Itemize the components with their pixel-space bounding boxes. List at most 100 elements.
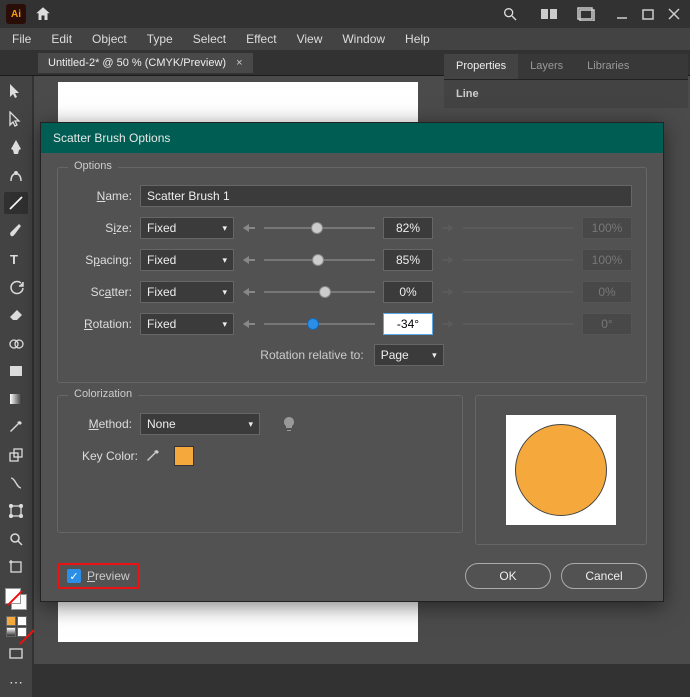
menu-window[interactable]: Window (332, 29, 395, 49)
paintbrush-tool-icon[interactable] (4, 220, 28, 242)
spacing-value[interactable]: 85% (383, 249, 433, 271)
fill-stroke-swatch[interactable] (5, 588, 27, 610)
spacing-mode-select[interactable]: Fixed▾ (140, 249, 234, 271)
app-titlebar: Ai (0, 0, 690, 28)
curvature-tool-icon[interactable] (4, 164, 28, 186)
scale-tool-icon[interactable] (4, 444, 28, 466)
colorization-group: Colorization Method: None▾ Key Color: (57, 395, 463, 533)
tab-close-icon[interactable]: × (236, 57, 242, 69)
rotation-value-2: 0° (582, 313, 632, 335)
menu-help[interactable]: Help (395, 29, 440, 49)
chevron-down-icon: ▾ (222, 255, 227, 266)
window-maximize-icon[interactable] (638, 4, 658, 24)
app-logo: Ai (6, 4, 26, 24)
size-slider[interactable] (264, 227, 375, 229)
home-icon[interactable] (34, 5, 52, 23)
arrange-docs-icon[interactable] (576, 4, 596, 24)
scatter-label: Scatter: (72, 285, 132, 299)
search-icon[interactable] (500, 4, 520, 24)
options-group: Options Name: Size: Fixed▾ 82% 100% (57, 167, 647, 383)
keycolor-swatch[interactable] (174, 446, 194, 466)
rotation-label: Rotation: (72, 317, 132, 331)
tab-libraries[interactable]: Libraries (575, 54, 641, 79)
menu-bar: File Edit Object Type Select Effect View… (0, 28, 690, 50)
rotation-slider-2 (463, 323, 574, 325)
preview-checkbox-label: Preview (87, 569, 130, 583)
line-tool-icon[interactable] (4, 192, 28, 214)
direct-select-tool-icon[interactable] (4, 108, 28, 130)
rotation-slider[interactable] (264, 323, 375, 325)
brush-preview (475, 395, 647, 545)
right-panel-body: Line (444, 80, 688, 108)
gradient-tool-icon[interactable] (4, 388, 28, 410)
shape-builder-tool-icon[interactable] (4, 332, 28, 354)
scatter-value[interactable]: 0% (383, 281, 433, 303)
scatter-mode-select[interactable]: Fixed▾ (140, 281, 234, 303)
slider-max-icon (441, 223, 457, 233)
menu-effect[interactable]: Effect (236, 29, 286, 49)
chevron-down-icon: ▾ (222, 287, 227, 298)
menu-select[interactable]: Select (183, 29, 236, 49)
zoom-tool-icon[interactable] (4, 528, 28, 550)
scatter-brush-dialog: Scatter Brush Options Options Name: Size… (40, 122, 664, 602)
method-select[interactable]: None▾ (140, 413, 260, 435)
pen-tool-icon[interactable] (4, 136, 28, 158)
name-label: Name: (72, 189, 132, 203)
toolbox: T ⋯ (0, 76, 32, 697)
chevron-down-icon: ▾ (222, 319, 227, 330)
menu-view[interactable]: View (287, 29, 333, 49)
brush-shape-icon (515, 424, 607, 516)
brush-preview-canvas (506, 415, 616, 525)
rotation-mode-select[interactable]: Fixed▾ (140, 313, 234, 335)
size-mode-select[interactable]: Fixed▾ (140, 217, 234, 239)
spacing-value-2: 100% (582, 249, 632, 271)
menu-file[interactable]: File (2, 29, 41, 49)
preview-checkbox[interactable]: ✓ Preview (57, 563, 140, 589)
window-minimize-icon[interactable] (612, 4, 632, 24)
chevron-down-icon: ▾ (222, 223, 227, 234)
colorization-group-label: Colorization (68, 388, 138, 400)
window-close-icon[interactable] (664, 4, 684, 24)
cancel-button[interactable]: Cancel (561, 563, 647, 589)
size-value[interactable]: 82% (383, 217, 433, 239)
size-value-2: 100% (582, 217, 632, 239)
rotate-tool-icon[interactable] (4, 276, 28, 298)
method-label: Method: (72, 417, 132, 431)
selection-type-label: Line (456, 88, 676, 100)
tab-layers[interactable]: Layers (518, 54, 575, 79)
edit-toolbar-icon[interactable]: ⋯ (4, 671, 28, 693)
document-tab[interactable]: Untitled-2* @ 50 % (CMYK/Preview) × (38, 53, 253, 73)
lightbulb-tip-icon[interactable] (282, 416, 296, 432)
screen-mode-icon[interactable] (4, 643, 28, 665)
type-tool-icon[interactable]: T (4, 248, 28, 270)
keycolor-eyedropper-icon[interactable] (146, 449, 166, 463)
keycolor-label: Key Color: (72, 449, 138, 463)
slider-min-icon (242, 255, 258, 265)
ok-button[interactable]: OK (465, 563, 551, 589)
spacing-slider[interactable] (264, 259, 375, 261)
rectangle-tool-icon[interactable] (4, 360, 28, 382)
rotation-relative-label: Rotation relative to: (260, 348, 363, 362)
menu-type[interactable]: Type (137, 29, 183, 49)
slider-min-icon (242, 287, 258, 297)
color-mode-swatches[interactable] (4, 616, 28, 637)
rotation-value[interactable]: -34° (383, 313, 433, 335)
slider-min-icon (242, 319, 258, 329)
eyedropper-tool-icon[interactable] (4, 416, 28, 438)
svg-text:T: T (10, 252, 18, 266)
rotation-relative-select[interactable]: Page▾ (374, 344, 444, 366)
free-transform-tool-icon[interactable] (4, 500, 28, 522)
scatter-slider[interactable] (264, 291, 375, 293)
selection-tool-icon[interactable] (4, 80, 28, 102)
artboard-tool-icon[interactable] (4, 556, 28, 578)
menu-edit[interactable]: Edit (41, 29, 82, 49)
eraser-tool-icon[interactable] (4, 304, 28, 326)
menu-object[interactable]: Object (82, 29, 137, 49)
spacing-label: Spacing: (72, 253, 132, 267)
width-tool-icon[interactable] (4, 472, 28, 494)
dialog-title: Scatter Brush Options (41, 123, 663, 153)
workspace-switcher-icon[interactable] (540, 4, 560, 24)
name-input[interactable] (140, 185, 632, 207)
tab-properties[interactable]: Properties (444, 54, 518, 79)
right-panel-tabs: Properties Layers Libraries (444, 54, 688, 80)
